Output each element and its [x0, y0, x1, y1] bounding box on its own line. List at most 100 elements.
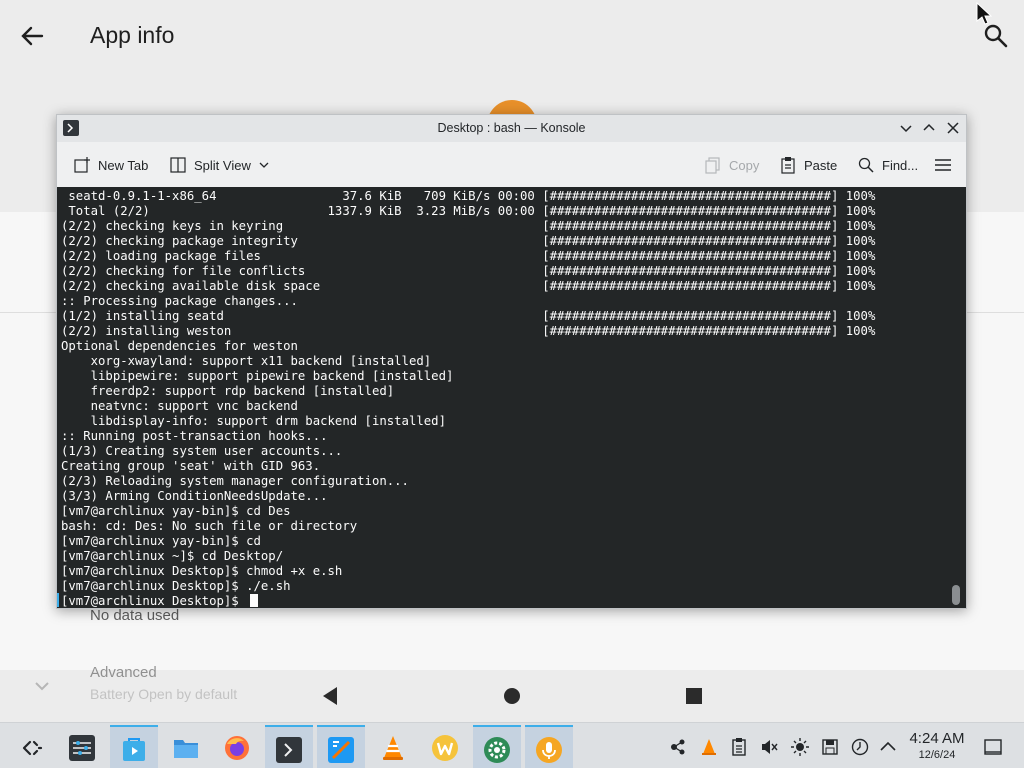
task-firefox[interactable]	[213, 725, 261, 768]
terminal-line: [vm7@archlinux ~]$ cd Desktop/	[61, 549, 284, 563]
vlc-icon	[383, 736, 403, 760]
new-tab-icon	[74, 157, 90, 173]
nav-home-icon[interactable]	[500, 684, 524, 708]
microphone-icon	[536, 737, 562, 763]
application-launcher-button[interactable]	[8, 725, 56, 768]
terminal-line: (3/3) Arming ConditionNeedsUpdate...	[61, 489, 328, 503]
mouse-cursor-icon	[976, 2, 993, 25]
minimize-icon[interactable]	[897, 119, 915, 137]
terminal-line: libpipewire: support pipewire backend [i…	[61, 369, 454, 383]
split-view-button[interactable]: Split View	[169, 154, 278, 176]
terminal-line: (1/3) Creating system user accounts...	[61, 444, 343, 458]
page-title: App info	[90, 22, 175, 48]
discover-icon	[123, 738, 145, 761]
terminal-line: :: Running post-transaction hooks...	[61, 429, 328, 443]
paste-icon	[781, 157, 795, 174]
clock-date[interactable]: 12/6/24	[900, 749, 974, 761]
kate-editor-icon	[328, 737, 354, 763]
update-notifier-icon[interactable]	[850, 737, 870, 757]
maximize-icon[interactable]	[920, 119, 938, 137]
find-button[interactable]: Find...	[857, 154, 918, 176]
terminal-line: [vm7@archlinux yay-bin]$ cd	[61, 534, 261, 548]
kde-connect-icon[interactable]	[668, 737, 688, 757]
terminal-line: Optional dependencies for weston	[61, 339, 298, 353]
task-waydroid-settings[interactable]	[473, 725, 521, 768]
window-titlebar[interactable]: Desktop : bash — Konsole	[57, 115, 966, 142]
task-discover[interactable]	[110, 725, 158, 768]
find-icon	[858, 157, 874, 173]
vlc-tray-icon[interactable]	[699, 737, 719, 757]
terminal-output: seatd-0.9.1-1-x86_64 37.6 KiB 709 KiB/s …	[61, 189, 875, 608]
terminal-line: neatvnc: support vnc backend	[61, 399, 298, 413]
chevron-down-icon	[259, 162, 269, 168]
task-system-settings[interactable]	[58, 725, 106, 768]
nav-recents-icon[interactable]	[682, 684, 706, 708]
split-view-label: Split View	[194, 157, 251, 173]
task-voice-recorder[interactable]	[525, 725, 573, 768]
task-dolphin[interactable]	[162, 725, 210, 768]
terminal-line: [vm7@archlinux Desktop]$ chmod +x e.sh	[61, 564, 343, 578]
settings-gear-icon	[484, 737, 510, 763]
disk-icon[interactable]	[820, 737, 840, 757]
app-bar: App info	[0, 0, 1024, 75]
terminal-scrollbar[interactable]	[952, 585, 960, 605]
konsole-toolbar: New Tab Split View Copy Paste Find...	[57, 142, 966, 187]
terminal-line: [vm7@archlinux Desktop]$ ./e.sh	[61, 579, 291, 593]
window-title: Desktop : bash — Konsole	[437, 121, 586, 135]
system-settings-icon	[69, 735, 95, 761]
konsole-icon	[276, 737, 302, 763]
brightness-icon[interactable]	[790, 737, 810, 757]
terminal-line: (2/2) installing weston [###############…	[61, 324, 876, 338]
task-vlc[interactable]	[369, 725, 417, 768]
task-konsole[interactable]	[265, 725, 313, 768]
terminal-line: (2/2) checking available disk space [###…	[61, 279, 876, 293]
paste-button[interactable]: Paste	[779, 154, 837, 176]
terminal-line: (1/2) installing seatd [################…	[61, 309, 876, 323]
back-arrow-icon[interactable]	[16, 20, 48, 52]
kde-launcher-icon	[22, 740, 43, 756]
data-usage-summary[interactable]: No data used	[90, 607, 179, 624]
chevron-up-icon[interactable]	[878, 737, 898, 757]
terminal-line: [vm7@archlinux Desktop]$	[61, 594, 875, 608]
copy-icon	[705, 157, 720, 174]
new-tab-button[interactable]: New Tab	[73, 154, 148, 176]
clock-time[interactable]: 4:24 AM	[900, 730, 974, 747]
find-label: Find...	[882, 157, 919, 173]
task-kate[interactable]	[317, 725, 365, 768]
show-desktop-icon[interactable]	[983, 737, 1003, 757]
terminal-line: (2/3) Reloading system manager configura…	[61, 474, 409, 488]
w-app-icon	[432, 735, 458, 761]
terminal-line: Total (2/2) 1337.9 KiB 3.23 MiB/s 00:00 …	[61, 204, 876, 218]
text-cursor	[250, 594, 259, 607]
terminal-line: (2/2) checking for file conflicts [#####…	[61, 264, 876, 278]
terminal-line: (2/2) checking package integrity [######…	[61, 234, 876, 248]
terminal-view[interactable]: seatd-0.9.1-1-x86_64 37.6 KiB 709 KiB/s …	[57, 187, 966, 608]
clipboard-icon[interactable]	[729, 737, 749, 757]
volume-muted-icon[interactable]	[759, 737, 779, 757]
terminal-line-marker	[57, 593, 59, 607]
konsole-window: Desktop : bash — Konsole New Tab Split V…	[56, 114, 967, 609]
hamburger-menu-icon[interactable]	[933, 154, 953, 176]
terminal-line: freerdp2: support rdp backend [installed…	[61, 384, 395, 398]
task-waydroid-app[interactable]	[421, 725, 469, 768]
new-tab-label: New Tab	[98, 157, 149, 173]
terminal-line: Creating group 'seat' with GID 963.	[61, 459, 321, 473]
terminal-line: seatd-0.9.1-1-x86_64 37.6 KiB 709 KiB/s …	[61, 189, 876, 203]
firefox-icon	[225, 736, 249, 760]
copy-label: Copy	[729, 157, 760, 173]
terminal-line: bash: cd: Des: No such file or directory	[61, 519, 358, 533]
terminal-line: xorg-xwayland: support x11 backend [inst…	[61, 354, 432, 368]
terminal-line: (2/2) loading package files [###########…	[61, 249, 876, 263]
close-icon[interactable]	[944, 119, 962, 137]
split-view-icon	[170, 157, 186, 173]
terminal-line: (2/2) checking keys in keyring [########…	[61, 219, 876, 233]
terminal-line: :: Processing package changes...	[61, 294, 298, 308]
terminal-line: libdisplay-info: support drm backend [in…	[61, 414, 446, 428]
terminal-line: [vm7@archlinux yay-bin]$ cd Des	[61, 504, 291, 518]
taskbar: 4:24 AM 12/6/24	[0, 722, 1024, 768]
paste-label: Paste	[804, 157, 838, 173]
folder-icon	[174, 740, 198, 758]
nav-back-icon[interactable]	[318, 684, 342, 708]
copy-button[interactable]: Copy	[704, 154, 759, 176]
android-navigation-bar	[0, 670, 1024, 722]
